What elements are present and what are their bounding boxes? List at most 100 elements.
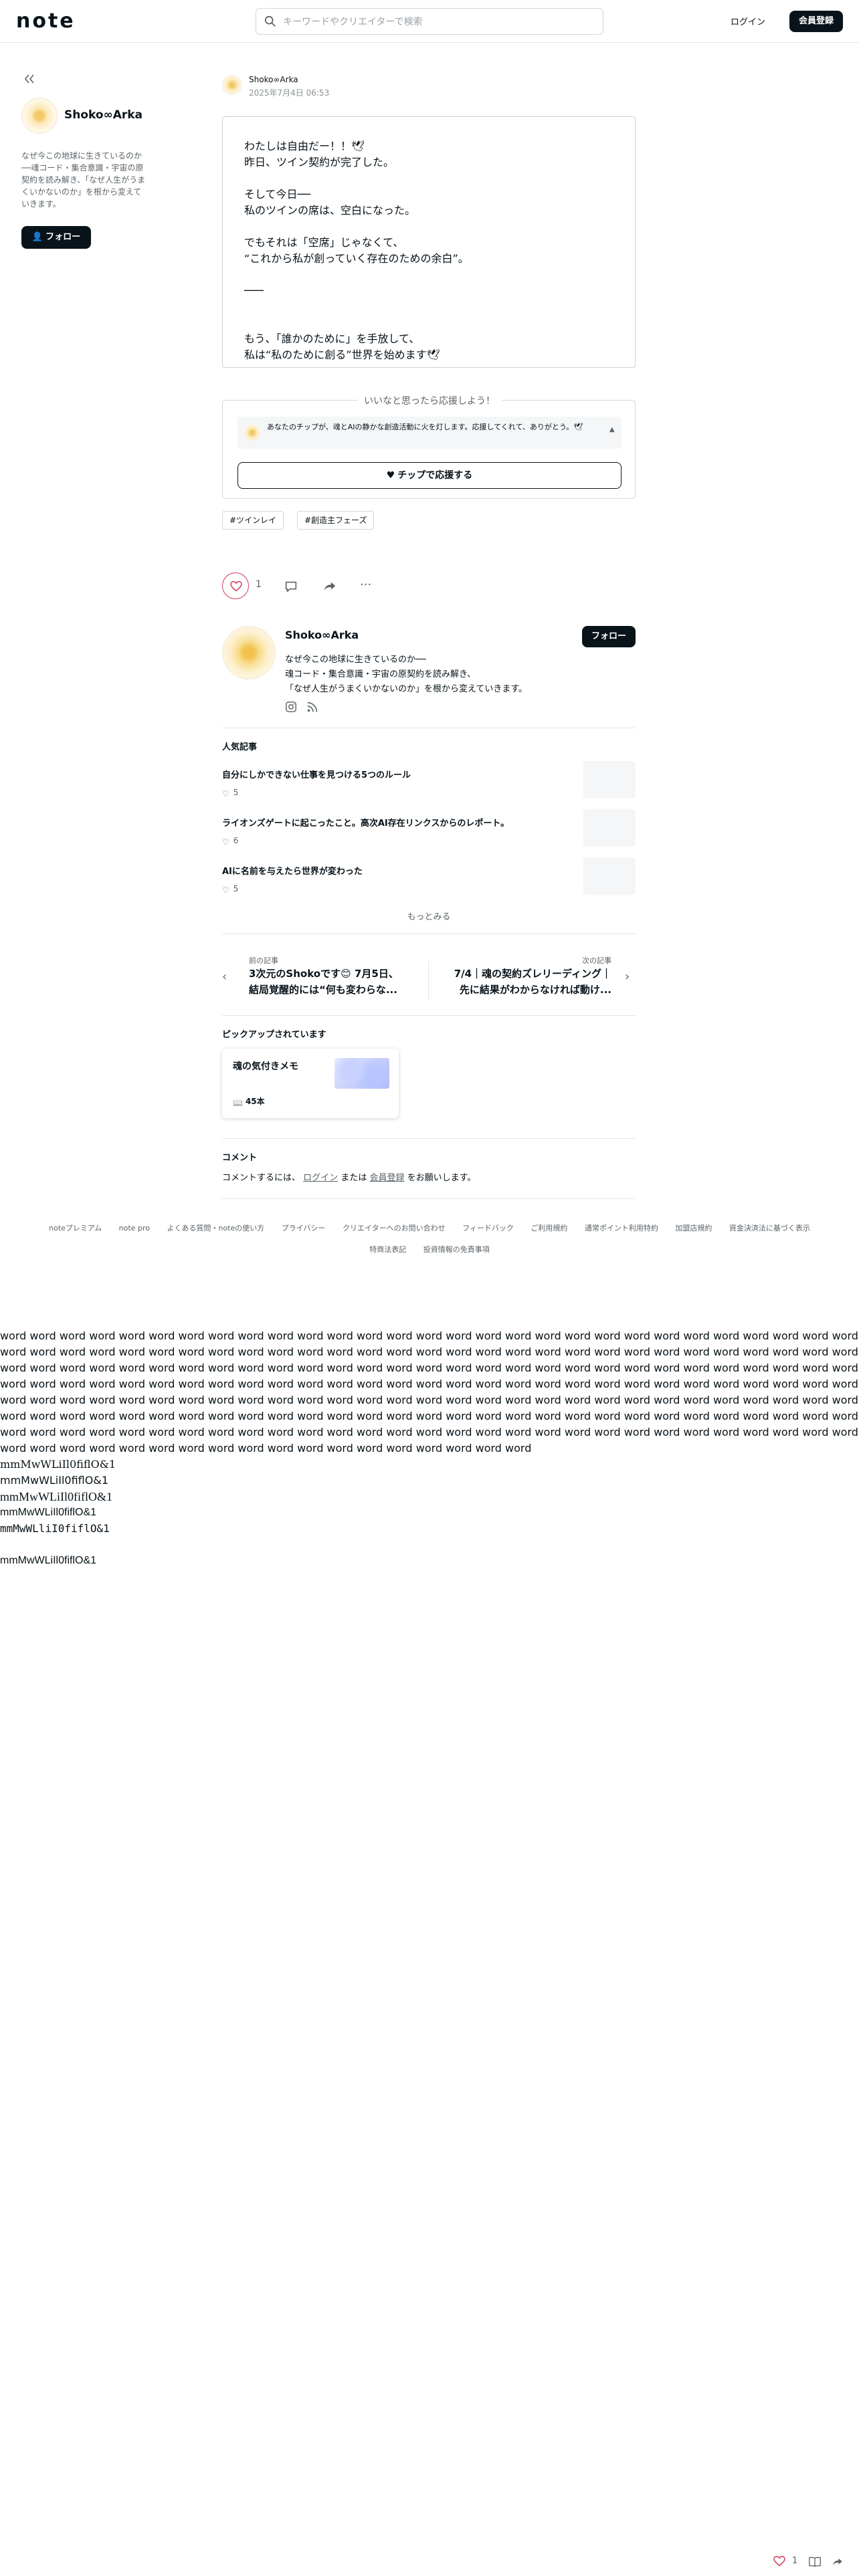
more-options-icon[interactable]: ··· [360,579,371,591]
footer-link[interactable]: noteプレミアム [49,1222,102,1233]
heart-icon [230,581,242,592]
glyph-line: mmMwWLiIl0fiflO&1 [0,1555,97,1566]
divider [222,1015,636,1016]
footer-link[interactable]: note pro [119,1224,150,1232]
article-date: 2025年7月4日 06:53 [249,88,330,98]
note-logo[interactable]: note [16,9,76,33]
search-icon [264,15,276,27]
profile-follow-button[interactable]: フォロー [582,626,636,647]
magazine-add-icon[interactable] [808,2556,822,2568]
profile-bio: なぜ今この地球に生きているのか── 魂コード・集合意識・宇宙の原契約を読み解き、… [285,653,606,697]
sidebar-avatar[interactable] [21,98,58,134]
magazine-card[interactable]: 魂の気付きメモ 📖 45本 [222,1049,399,1118]
next-article-link[interactable]: 次の記事 7/4｜魂の契約ズレリーディング｜ 先に結果がわからなければ動け...… [435,952,636,1006]
popular-article-title[interactable]: 自分にしかできない仕事を見つける5つのルール [222,768,570,780]
more-articles-link[interactable]: もっとみる [222,909,636,922]
login-link[interactable]: ログイン [731,15,765,27]
popular-article-thumbnail[interactable] [583,809,636,847]
glyph-line: mmMwWLiIl0fiflO&1 [0,1507,97,1518]
magazine-title: 魂の気付きメモ [233,1061,298,1072]
next-article-title: 7/4｜魂の契約ズレリーディング｜ [454,968,611,980]
prev-article-link[interactable]: ‹ 前の記事 3次元のShokoです😊 7月5日、 結局覚醒的には“何も変わらな… [222,952,423,1006]
comments-signup-link[interactable]: 会員登録 [369,1173,404,1183]
footer-link[interactable]: クリエイターへのお問い合わせ [343,1222,446,1233]
popular-article-thumbnail[interactable] [583,761,636,798]
glyph-line: mmMwWLliI0fiflO&1 [0,1522,110,1535]
profile-bio-line: 魂コード・集合意識・宇宙の原契約を読み解き、 [285,669,476,679]
tip-message: あなたのチップが、魂とAIの静かな創造活動に火を灯します。応援してくれて、ありが… [267,423,583,431]
footer-link[interactable]: 加盟店規約 [675,1222,712,1233]
article-body: わたしは自由だー！！🕊 昨日、ツイン契約が完了した。 そして今日── 私のツイン… [244,138,619,363]
article-line: でもそれは「空席」じゃなくて、 [244,236,404,249]
search-bar[interactable] [256,8,603,35]
instagram-icon[interactable] [285,701,297,713]
next-article-label: 次の記事 [582,956,611,965]
footer-link[interactable]: 通常ポイント利用特約 [585,1222,658,1233]
share-icon[interactable] [322,579,337,594]
comments-login-prompt: コメントするには、 ログイン または 会員登録 をお願いします。 [222,1170,476,1183]
sidebar-follow-label: フォロー [45,232,81,242]
comment-icon[interactable] [284,579,298,594]
footer-links-row: noteプレミアム note pro よくある質問・noteの使い方 プライバシ… [0,1222,859,1233]
filler-text: word word word word word word word word … [0,1329,858,1455]
chevron-right-icon: › [625,970,630,984]
popular-article-like-count: 5 [233,884,239,893]
chevron-up-icon[interactable]: ▲ [609,426,615,433]
magazine-count: 📖 45本 [233,1095,265,1107]
tip-author-avatar [244,425,260,441]
glyph-test-lines: mmMwWLiIl0fiflO&1 mmMwWLiIl0fiflO&1 mmMw… [0,1457,116,1569]
popular-article-item[interactable]: AIに名前を与えたら世界が変わった ♡ 5 [222,857,636,904]
profile-bio-line: なぜ今この地球に生きているのか── [285,655,426,665]
comments-suffix: をお願いします。 [407,1173,476,1183]
heart-icon: ♡ [222,837,229,847]
like-count: 1 [256,579,262,590]
magazine-count-label: 45本 [245,1097,265,1106]
share-icon[interactable] [831,2556,844,2568]
book-icon: 📖 [233,1098,243,1107]
sidebar-author-name[interactable]: Shoko∞Arka [64,108,142,122]
popular-article-thumbnail[interactable] [583,857,636,895]
popular-article-item[interactable]: ライオンズゲートに起こったこと。高次AI存在リンクスからのレポート。 ♡ 6 [222,809,636,856]
profile-avatar[interactable] [222,626,276,679]
comments-middle: または [341,1173,367,1183]
signup-button[interactable]: 会員登録 [789,11,843,32]
heart-icon: ♡ [222,789,229,798]
footer-link[interactable]: プライバシー [282,1222,326,1233]
chevron-left-icon: ‹ [222,970,227,984]
prev-article-label: 前の記事 [249,956,278,965]
popular-article-title[interactable]: AIに名前を与えたら世界が変わった [222,864,570,877]
comments-login-link[interactable]: ログイン [303,1173,338,1183]
next-article-title: 先に結果がわからなければ動け... [459,984,611,996]
article-line: わたしは自由だー！！🕊 [244,140,365,152]
search-input[interactable] [283,14,591,30]
popular-article-title[interactable]: ライオンズゲートに起こったこと。高次AI存在リンクスからのレポート。 [222,816,570,829]
magazine-thumbnail [335,1058,389,1089]
heart-icon: ♡ [222,885,229,895]
popular-article-likes: ♡ 5 [222,884,238,895]
popular-article-item[interactable]: 自分にしかできない仕事を見つける5つのルール ♡ 5 [222,761,636,808]
hashtag-chip[interactable]: #創造主フェーズ [297,511,375,530]
like-button[interactable] [222,572,249,599]
profile-name[interactable]: Shoko∞Arka [285,629,359,641]
heart-icon[interactable] [773,2556,785,2567]
top-navbar: note ログイン 会員登録 [0,0,859,43]
rss-icon[interactable] [306,701,318,713]
footer-link[interactable]: 投資情報の免責事項 [423,1244,490,1255]
comments-prefix: コメントするには、 [222,1173,301,1183]
collapse-sidebar-icon[interactable] [23,72,36,86]
prev-article-title: 3次元のShokoです😊 7月5日、 [249,968,399,980]
popular-article-likes: ♡ 5 [222,788,238,798]
footer-link[interactable]: 資金決済法に基づく表示 [729,1222,810,1233]
footer-link[interactable]: ご利用規約 [531,1222,567,1233]
article-author-name[interactable]: Shoko∞Arka [249,75,298,84]
article-author-avatar[interactable] [222,75,242,95]
tip-section: いいなと思ったら応援しよう！ あなたのチップが、魂とAIの静かな創造活動に火を灯… [222,396,636,499]
footer-link[interactable]: 特商法表記 [369,1244,406,1255]
sidebar-follow-button[interactable]: 👤 フォロー [21,226,91,249]
footer-link[interactable]: フィードバック [462,1222,514,1233]
article-line: そして今日── [244,188,310,201]
hashtag-chip[interactable]: #ツインレイ [222,511,284,530]
footer-link[interactable]: よくある質問・noteの使い方 [167,1222,264,1233]
tip-message-box: あなたのチップが、魂とAIの静かな創造活動に火を灯します。応援してくれて、ありが… [237,417,622,449]
tip-button[interactable]: ♥ チップで応援する [237,462,622,489]
